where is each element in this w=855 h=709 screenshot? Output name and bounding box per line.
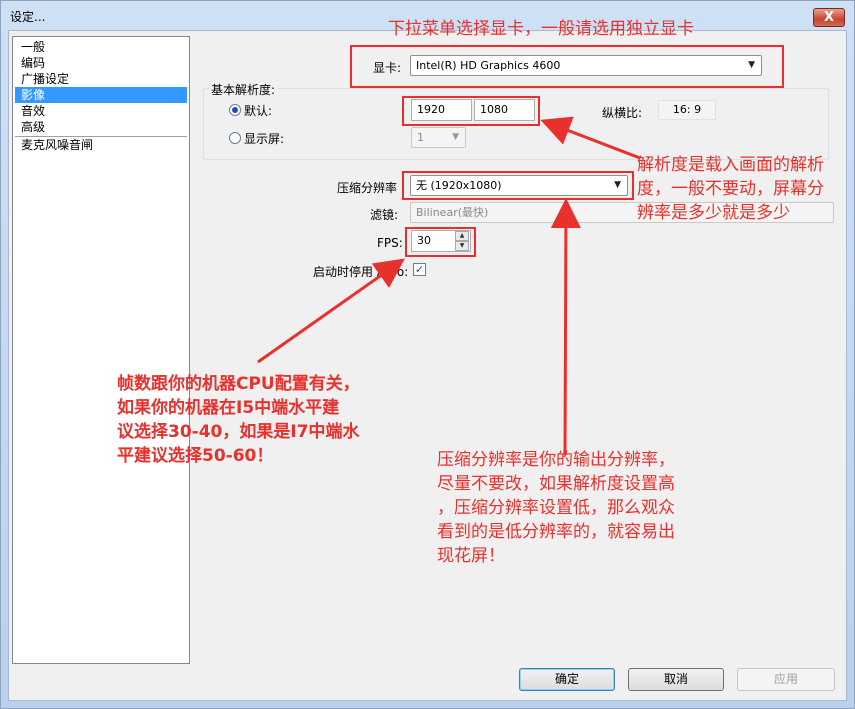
fps-annotation-line: 平建议选择50-60！ bbox=[117, 446, 274, 466]
resolution-annotation: 解析度是载入画面的解析 度，一般不要动，屏幕分 辨率是多少就是多少 bbox=[637, 153, 824, 225]
resolution-arrow bbox=[540, 116, 641, 160]
fps-annotation: 帧数跟你的机器CPU配置有关， 如果你的机器在I5中端水平建 议选择30-40，… bbox=[117, 372, 360, 468]
resolution-annotation-line: 辨率是多少就是多少 bbox=[637, 203, 790, 223]
downscale-annotation-line: 现花屏！ bbox=[437, 546, 505, 566]
fps-annotation-line: 如果你的机器在I5中端水平建 bbox=[117, 398, 340, 418]
downscale-annotation-line: ，压缩分辨率设置低，那么观众 bbox=[437, 498, 675, 518]
gpu-annotation: 下拉菜单选择显卡，一般请选用独立显卡 bbox=[388, 19, 694, 39]
downscale-annotation: 压缩分辨率是你的输出分辨率， 尽量不要改，如果解析度设置高 ，压缩分辨率设置低，… bbox=[437, 448, 675, 568]
resolution-annotation-line: 解析度是载入画面的解析 bbox=[637, 155, 824, 175]
resolution-annotation-line: 度，一般不要动，屏幕分 bbox=[637, 179, 824, 199]
annotation-arrows bbox=[257, 116, 641, 456]
downscale-annotation-line: 尽量不要改，如果解析度设置高 bbox=[437, 474, 675, 494]
downscale-annotation-line: 看到的是低分辨率的，就容易出 bbox=[437, 522, 675, 542]
fps-arrow bbox=[257, 258, 405, 364]
downscale-annotation-line: 压缩分辨率是你的输出分辨率， bbox=[437, 450, 675, 470]
fps-annotation-line: 帧数跟你的机器CPU配置有关， bbox=[117, 374, 360, 394]
fps-annotation-line: 议选择30-40，如果是I7中端水 bbox=[117, 422, 360, 442]
downscale-arrow bbox=[550, 198, 581, 456]
